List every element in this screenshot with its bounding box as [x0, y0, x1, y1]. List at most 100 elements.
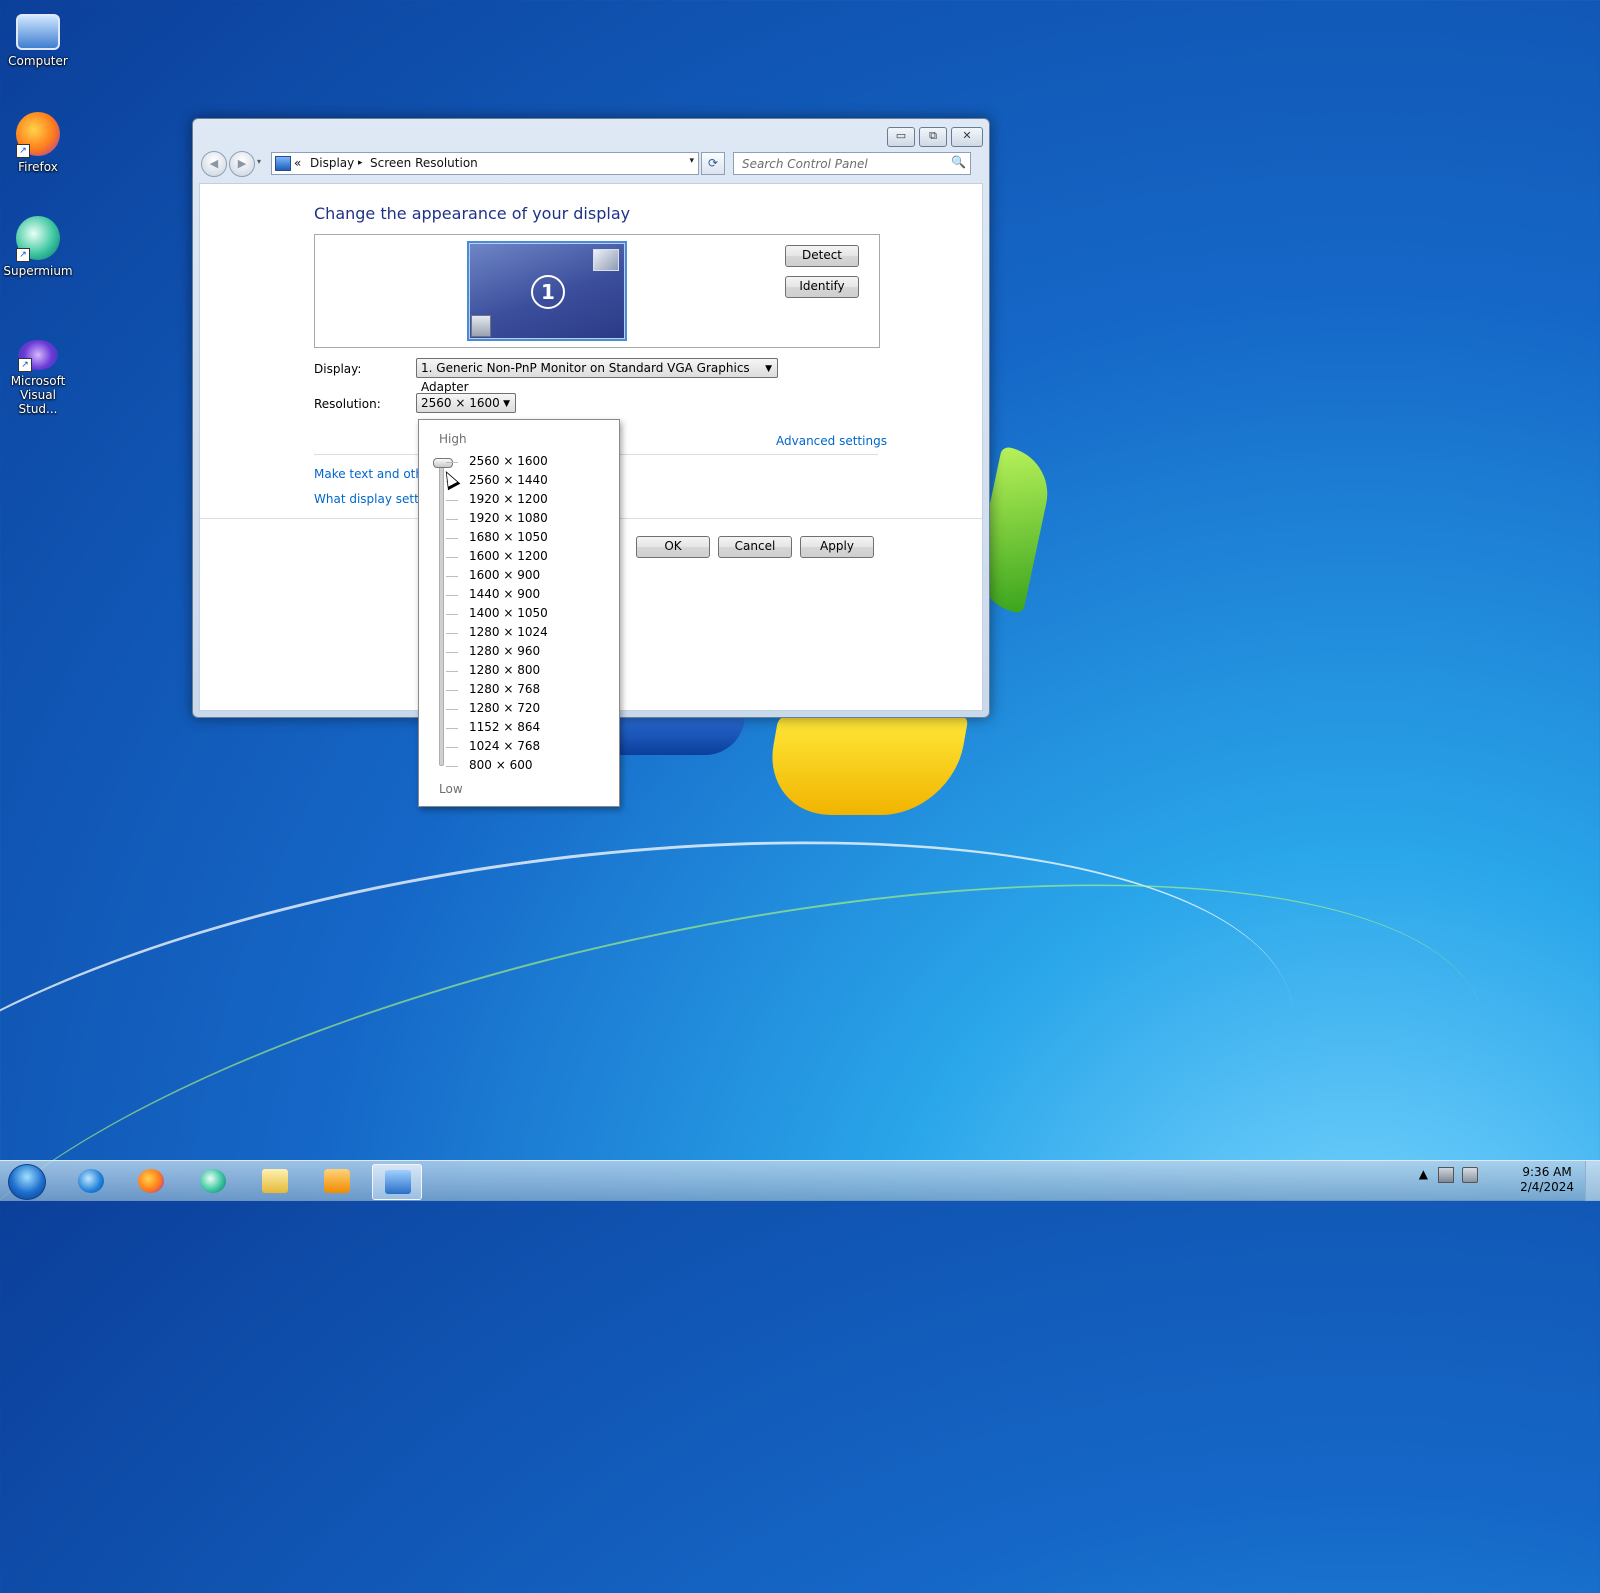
- monitor-1-thumbnail[interactable]: 1: [467, 241, 627, 341]
- resolution-slider-thumb[interactable]: [433, 458, 453, 468]
- taskbar: ▲ 9:36 AM 2/4/2024: [0, 1160, 1600, 1201]
- chevron-down-icon: ▼: [765, 364, 772, 374]
- minimize-button[interactable]: ▭: [887, 127, 915, 147]
- resolution-option[interactable]: 1280 × 1024: [469, 625, 548, 639]
- start-button[interactable]: [8, 1164, 46, 1200]
- visual-studio-icon: ↗: [18, 340, 58, 372]
- resolution-option[interactable]: 1152 × 864: [469, 720, 540, 734]
- desktop-icon-firefox[interactable]: ↗ Firefox: [0, 112, 76, 174]
- slider-tick: [446, 519, 458, 520]
- search-box[interactable]: 🔍: [733, 152, 971, 175]
- desktop-icon-supermium[interactable]: ↗ Supermium: [0, 216, 76, 278]
- resolution-option[interactable]: 1280 × 720: [469, 701, 540, 715]
- slider-tick: [446, 500, 458, 501]
- desktop-icon-computer[interactable]: Computer: [0, 8, 76, 68]
- shortcut-arrow-icon: ↗: [16, 144, 30, 158]
- resolution-option[interactable]: 1680 × 1050: [469, 530, 548, 544]
- slider-tick: [446, 747, 458, 748]
- cancel-button[interactable]: Cancel: [718, 536, 792, 558]
- chevron-down-icon: ▼: [503, 399, 510, 409]
- breadcrumb-overflow[interactable]: «: [294, 156, 301, 170]
- taskbar-internet-explorer[interactable]: [66, 1164, 114, 1198]
- address-bar[interactable]: « Display ▸ Screen Resolution ▾: [271, 152, 699, 175]
- resolution-option[interactable]: 1280 × 800: [469, 663, 540, 677]
- resolution-option[interactable]: 1400 × 1050: [469, 606, 548, 620]
- display-select[interactable]: 1. Generic Non-PnP Monitor on Standard V…: [416, 358, 778, 394]
- internet-explorer-icon: [78, 1169, 104, 1193]
- display-select-value: 1. Generic Non-PnP Monitor on Standard V…: [421, 361, 750, 394]
- firefox-icon: [138, 1169, 164, 1193]
- close-button[interactable]: ✕: [951, 127, 983, 147]
- resolution-option[interactable]: 1920 × 1080: [469, 511, 548, 525]
- display-preview: 1 Detect Identify: [314, 234, 880, 348]
- slider-tick: [446, 690, 458, 691]
- detect-button[interactable]: Detect: [785, 245, 859, 267]
- resolution-option[interactable]: 1280 × 768: [469, 682, 540, 696]
- desktop-icon-visual-studio[interactable]: ↗ Microsoft Visual Stud...: [0, 332, 76, 416]
- forward-button[interactable]: ▶: [229, 151, 255, 177]
- folder-icon: [262, 1169, 288, 1193]
- apply-button[interactable]: Apply: [800, 536, 874, 558]
- back-button[interactable]: ◀: [201, 151, 227, 177]
- clock-time: 9:36 AM: [1522, 1165, 1572, 1179]
- resolution-select[interactable]: 2560 × 1600 ▼: [416, 393, 516, 413]
- network-icon[interactable]: [1438, 1167, 1454, 1183]
- slider-tick: [446, 728, 458, 729]
- recent-pages-button[interactable]: ▾: [257, 157, 261, 166]
- resolution-option[interactable]: 1440 × 900: [469, 587, 540, 601]
- slider-tick: [446, 766, 458, 767]
- slider-tick: [446, 614, 458, 615]
- address-dropdown-icon[interactable]: ▾: [689, 156, 694, 166]
- slider-tick: [446, 671, 458, 672]
- resolution-label: Resolution:: [314, 397, 381, 411]
- resolution-option[interactable]: 2560 × 1440: [469, 473, 548, 487]
- resolution-option[interactable]: 1920 × 1200: [469, 492, 548, 506]
- taskbar-explorer[interactable]: [250, 1164, 298, 1198]
- breadcrumb-display[interactable]: Display: [310, 156, 354, 170]
- slider-tick: [446, 709, 458, 710]
- resolution-option[interactable]: 800 × 600: [469, 758, 533, 772]
- system-clock[interactable]: 9:36 AM 2/4/2024: [1520, 1165, 1574, 1195]
- page-title: Change the appearance of your display: [314, 204, 631, 223]
- resolution-option[interactable]: 1024 × 768: [469, 739, 540, 753]
- taskbar-control-panel[interactable]: [372, 1164, 422, 1200]
- identify-button[interactable]: Identify: [785, 276, 859, 298]
- maximize-button[interactable]: ⧉: [919, 127, 947, 147]
- slider-tick: [446, 595, 458, 596]
- resolution-option[interactable]: 1600 × 900: [469, 568, 540, 582]
- resolution-slider-track[interactable]: [439, 460, 444, 766]
- show-desktop-button[interactable]: [1585, 1161, 1600, 1201]
- slider-tick: [446, 557, 458, 558]
- resolution-option[interactable]: 1600 × 1200: [469, 549, 548, 563]
- ok-button[interactable]: OK: [636, 536, 710, 558]
- media-player-icon: [324, 1169, 350, 1193]
- resolution-option[interactable]: 1280 × 960: [469, 644, 540, 658]
- wallpaper-leaf-blue: [615, 715, 745, 755]
- desktop-icon-label: Computer: [8, 54, 68, 68]
- breadcrumb-separator-icon[interactable]: ▸: [358, 158, 363, 168]
- desktop-icon-label: Firefox: [18, 160, 58, 174]
- taskbar-media-player[interactable]: [312, 1164, 360, 1198]
- low-label: Low: [439, 782, 463, 796]
- taskbar-supermium[interactable]: [188, 1164, 236, 1198]
- search-input[interactable]: [740, 155, 944, 173]
- volume-muted-icon[interactable]: [1462, 1167, 1478, 1183]
- desktop-icon-label: Microsoft Visual Stud...: [10, 374, 66, 416]
- slider-tick: [446, 462, 458, 463]
- resolution-option[interactable]: 2560 × 1600: [469, 454, 548, 468]
- desktop-icon-label: Supermium: [3, 264, 73, 278]
- supermium-icon: [200, 1169, 226, 1193]
- advanced-settings-link[interactable]: Advanced settings: [776, 434, 887, 448]
- refresh-button[interactable]: ⟳: [701, 152, 725, 175]
- breadcrumb-screen-resolution[interactable]: Screen Resolution: [370, 156, 478, 170]
- slider-tick: [446, 538, 458, 539]
- control-panel-icon: [385, 1170, 411, 1194]
- navigation-bar: ◀ ▶ ▾ « Display ▸ Screen Resolution ▾ ⟳ …: [201, 151, 981, 177]
- resolution-select-value: 2560 × 1600: [421, 396, 500, 410]
- show-hidden-icons-button[interactable]: ▲: [1419, 1167, 1428, 1181]
- shortcut-arrow-icon: ↗: [18, 358, 32, 372]
- monitor-corner-icon: [593, 249, 619, 271]
- taskbar-firefox[interactable]: [126, 1164, 174, 1198]
- search-icon[interactable]: 🔍: [951, 155, 966, 169]
- shortcut-arrow-icon: ↗: [16, 248, 30, 262]
